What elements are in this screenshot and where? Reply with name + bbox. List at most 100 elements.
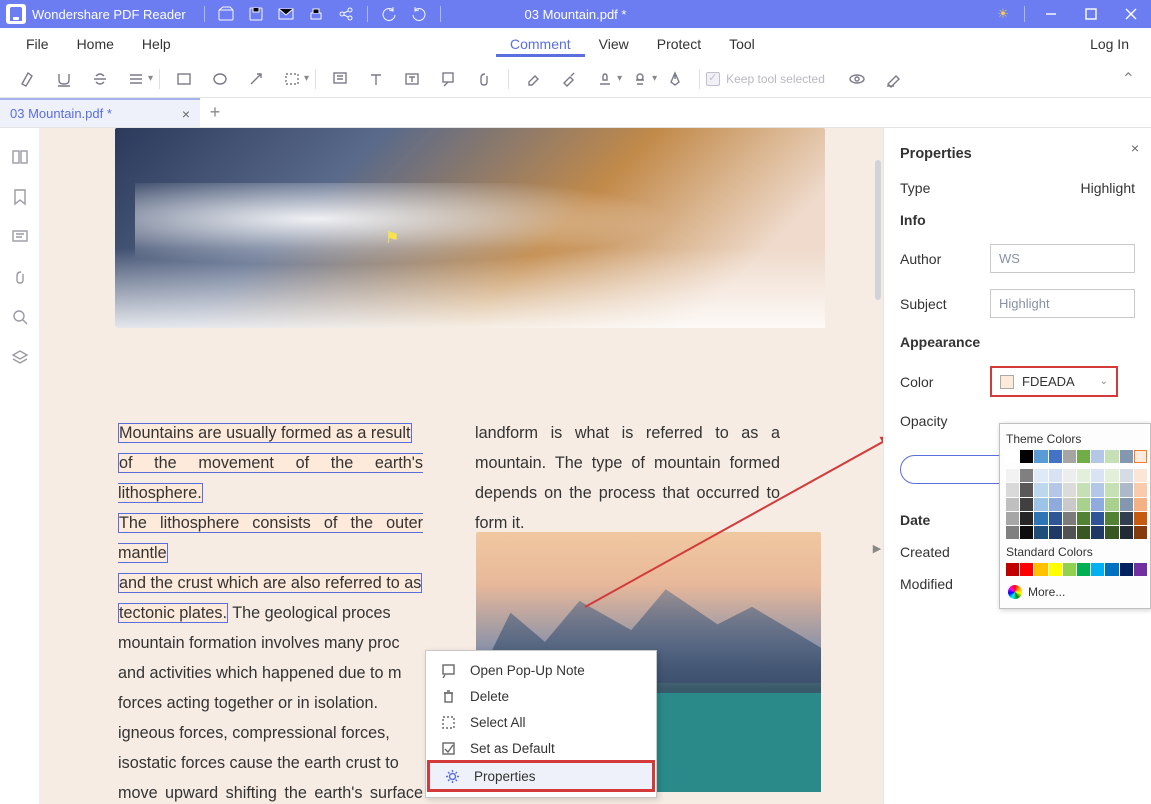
keep-tool-checkbox[interactable]: Keep tool selected bbox=[706, 72, 825, 86]
ctx-delete[interactable]: Delete bbox=[426, 683, 656, 709]
layers-icon[interactable] bbox=[9, 346, 31, 368]
color-swatch[interactable] bbox=[1063, 450, 1076, 463]
strikethrough-tool-icon[interactable] bbox=[82, 64, 118, 94]
color-swatch[interactable] bbox=[1006, 512, 1019, 525]
color-swatch[interactable] bbox=[1049, 512, 1062, 525]
textbox-tool-icon[interactable] bbox=[394, 64, 430, 94]
color-swatch[interactable] bbox=[1034, 563, 1047, 576]
color-swatch[interactable] bbox=[1049, 483, 1062, 496]
color-swatch[interactable] bbox=[1105, 450, 1118, 463]
menu-tool[interactable]: Tool bbox=[715, 32, 769, 57]
eraser-tool-icon[interactable] bbox=[515, 64, 551, 94]
mail-icon[interactable] bbox=[271, 0, 301, 28]
new-tab-button[interactable]: + bbox=[200, 98, 230, 127]
color-swatch[interactable] bbox=[1105, 483, 1118, 496]
color-swatch[interactable] bbox=[1120, 483, 1133, 496]
color-swatch[interactable] bbox=[1034, 526, 1047, 539]
bookmarks-icon[interactable] bbox=[9, 186, 31, 208]
color-swatch[interactable] bbox=[1077, 563, 1090, 576]
color-swatch[interactable] bbox=[1063, 563, 1076, 576]
color-swatch[interactable] bbox=[1120, 498, 1133, 511]
minimize-button[interactable] bbox=[1031, 0, 1071, 28]
color-swatch[interactable] bbox=[1105, 469, 1118, 482]
color-dropdown[interactable]: FDEADA ⌄ bbox=[990, 366, 1118, 397]
color-swatch[interactable] bbox=[1006, 483, 1019, 496]
ctx-select-all[interactable]: Select All bbox=[426, 709, 656, 735]
color-swatch[interactable] bbox=[1006, 498, 1019, 511]
save-icon[interactable] bbox=[241, 0, 271, 28]
color-swatch[interactable] bbox=[1134, 469, 1147, 482]
color-swatch[interactable] bbox=[1091, 483, 1104, 496]
color-swatch[interactable] bbox=[1020, 526, 1033, 539]
color-swatch[interactable] bbox=[1105, 512, 1118, 525]
color-swatch[interactable] bbox=[1077, 512, 1090, 525]
search-panel-icon[interactable] bbox=[9, 306, 31, 328]
color-swatch[interactable] bbox=[1049, 563, 1062, 576]
eraser2-tool-icon[interactable] bbox=[551, 64, 587, 94]
toolbar-collapse-icon[interactable]: ⌃ bbox=[1116, 69, 1141, 89]
oval-tool-icon[interactable] bbox=[202, 64, 238, 94]
color-swatch[interactable] bbox=[1077, 498, 1090, 511]
tab-close-icon[interactable]: × bbox=[182, 106, 190, 122]
color-swatch[interactable] bbox=[1049, 450, 1062, 463]
ctx-set-default[interactable]: Set as Default bbox=[426, 735, 656, 761]
color-swatch[interactable] bbox=[1020, 498, 1033, 511]
color-swatch[interactable] bbox=[1077, 469, 1090, 482]
color-swatch-selected[interactable] bbox=[1134, 450, 1147, 463]
panel-collapse-icon[interactable]: ▶ bbox=[872, 538, 882, 558]
theme-toggle-icon[interactable]: ☀ bbox=[988, 0, 1018, 28]
pen-tool-icon[interactable] bbox=[657, 64, 693, 94]
color-swatch[interactable] bbox=[1134, 498, 1147, 511]
color-swatch[interactable] bbox=[1006, 526, 1019, 539]
color-swatch[interactable] bbox=[1091, 526, 1104, 539]
color-swatch[interactable] bbox=[1063, 498, 1076, 511]
menu-protect[interactable]: Protect bbox=[643, 32, 715, 57]
highlight-tool-icon[interactable] bbox=[10, 64, 46, 94]
color-swatch[interactable] bbox=[1020, 512, 1033, 525]
rect-tool-icon[interactable] bbox=[166, 64, 202, 94]
undo-icon[interactable] bbox=[374, 0, 404, 28]
color-swatch[interactable] bbox=[1091, 469, 1104, 482]
arrow-tool-icon[interactable] bbox=[238, 64, 274, 94]
color-swatch[interactable] bbox=[1120, 469, 1133, 482]
color-swatch[interactable] bbox=[1077, 450, 1090, 463]
color-swatch[interactable] bbox=[1091, 563, 1104, 576]
color-swatch[interactable] bbox=[1091, 450, 1104, 463]
share-icon[interactable] bbox=[331, 0, 361, 28]
color-swatch[interactable] bbox=[1020, 469, 1033, 482]
attachments-icon[interactable] bbox=[9, 266, 31, 288]
color-swatch[interactable] bbox=[1134, 512, 1147, 525]
highlighted-text[interactable]: The lithosphere consists of the outer ma… bbox=[118, 513, 423, 563]
underline-tool-icon[interactable] bbox=[46, 64, 82, 94]
color-swatch[interactable] bbox=[1063, 483, 1076, 496]
highlighted-text[interactable]: Mountains are usually formed as a result bbox=[118, 423, 412, 443]
menu-file[interactable]: File bbox=[12, 32, 63, 56]
color-swatch[interactable] bbox=[1120, 450, 1133, 463]
subject-input[interactable] bbox=[990, 289, 1135, 318]
login-button[interactable]: Log In bbox=[1080, 32, 1139, 56]
color-swatch[interactable] bbox=[1063, 512, 1076, 525]
color-swatch[interactable] bbox=[1105, 498, 1118, 511]
color-swatch[interactable] bbox=[1006, 450, 1019, 463]
color-swatch[interactable] bbox=[1134, 526, 1147, 539]
visibility-tool-icon[interactable] bbox=[839, 64, 875, 94]
color-swatch[interactable] bbox=[1134, 563, 1147, 576]
author-input[interactable] bbox=[990, 244, 1135, 273]
panel-close-icon[interactable]: × bbox=[1131, 140, 1139, 156]
color-swatch[interactable] bbox=[1049, 469, 1062, 482]
print-icon[interactable] bbox=[301, 0, 331, 28]
vertical-scrollbar[interactable] bbox=[875, 160, 881, 300]
redo-icon[interactable] bbox=[404, 0, 434, 28]
color-swatch[interactable] bbox=[1120, 512, 1133, 525]
callout-tool-icon[interactable] bbox=[430, 64, 466, 94]
color-swatch[interactable] bbox=[1105, 563, 1118, 576]
color-swatch[interactable] bbox=[1063, 469, 1076, 482]
color-swatch[interactable] bbox=[1006, 563, 1019, 576]
color-swatch[interactable] bbox=[1120, 526, 1133, 539]
color-swatch[interactable] bbox=[1091, 512, 1104, 525]
color-swatch[interactable] bbox=[1049, 498, 1062, 511]
highlighted-text[interactable]: tectonic plates. bbox=[118, 603, 228, 623]
color-swatch[interactable] bbox=[1020, 450, 1033, 463]
color-swatch[interactable] bbox=[1034, 450, 1047, 463]
more-colors-button[interactable]: More... bbox=[1006, 582, 1144, 602]
